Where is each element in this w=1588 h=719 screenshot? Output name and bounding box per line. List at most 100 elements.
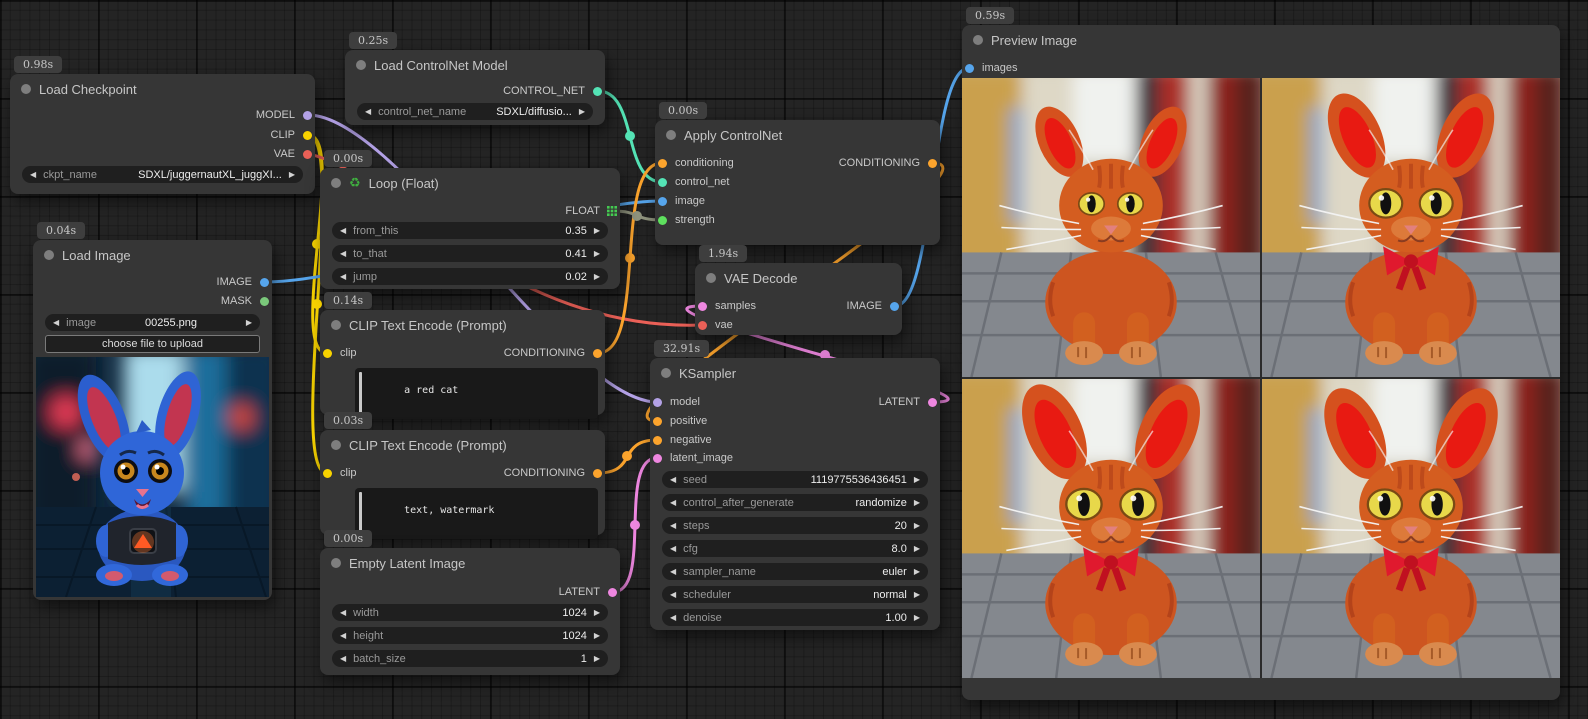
node-clip-encode-negative[interactable]: 0.03s CLIP Text Encode (Prompt) clip CON… bbox=[320, 430, 605, 535]
input-port-vae[interactable] bbox=[698, 321, 707, 330]
timer-badge: 0.25s bbox=[349, 32, 397, 49]
widget-jump[interactable]: ◀ jump 0.02 ▶ bbox=[332, 268, 608, 285]
float-grid-icon[interactable] bbox=[607, 206, 617, 216]
combo-right-arrow-icon[interactable]: ▶ bbox=[594, 632, 600, 640]
node-empty-latent[interactable]: 0.00s Empty Latent Image LATENT ◀ width … bbox=[320, 548, 620, 675]
combo-right-arrow-icon[interactable]: ▶ bbox=[914, 591, 920, 599]
combo-left-arrow-icon[interactable]: ◀ bbox=[340, 250, 346, 258]
upload-button[interactable]: choose file to upload bbox=[45, 335, 260, 353]
node-title: Load Image bbox=[62, 248, 131, 263]
widget-image-file[interactable]: ◀ image 00255.png ▶ bbox=[45, 314, 260, 331]
output-port-control-net[interactable] bbox=[593, 87, 602, 96]
widget-scheduler[interactable]: ◀ scheduler normal ▶ bbox=[662, 586, 928, 603]
combo-right-arrow-icon[interactable]: ▶ bbox=[914, 568, 920, 576]
combo-right-arrow-icon[interactable]: ▶ bbox=[914, 545, 920, 553]
combo-right-arrow-icon[interactable]: ▶ bbox=[914, 476, 920, 484]
output-port-conditioning[interactable] bbox=[593, 349, 602, 358]
output-port-model[interactable] bbox=[303, 111, 312, 120]
combo-left-arrow-icon[interactable]: ◀ bbox=[340, 655, 346, 663]
output-port-image[interactable] bbox=[260, 278, 269, 287]
combo-left-arrow-icon[interactable]: ◀ bbox=[340, 273, 346, 281]
node-graph-canvas[interactable]: 0.98s Load Checkpoint MODEL CLIP VAE ◀ c… bbox=[0, 0, 1588, 719]
combo-right-arrow-icon[interactable]: ▶ bbox=[579, 108, 585, 116]
combo-left-arrow-icon[interactable]: ◀ bbox=[670, 499, 676, 507]
widget-width[interactable]: ◀ width 1024 ▶ bbox=[332, 604, 608, 621]
combo-left-arrow-icon[interactable]: ◀ bbox=[670, 614, 676, 622]
node-apply-controlnet[interactable]: 0.00s Apply ControlNet conditioning cont… bbox=[655, 120, 940, 245]
preview-cell-4[interactable] bbox=[1262, 379, 1560, 678]
widget-label: steps bbox=[683, 520, 709, 532]
combo-right-arrow-icon[interactable]: ▶ bbox=[246, 319, 252, 327]
combo-right-arrow-icon[interactable]: ▶ bbox=[914, 499, 920, 507]
node-clip-encode-positive[interactable]: 0.14s CLIP Text Encode (Prompt) clip CON… bbox=[320, 310, 605, 415]
combo-left-arrow-icon[interactable]: ◀ bbox=[365, 108, 371, 116]
input-label-strength: strength bbox=[675, 214, 715, 226]
node-preview-image[interactable]: 0.59s Preview Image images bbox=[962, 25, 1560, 700]
input-port-image[interactable] bbox=[658, 197, 667, 206]
input-port-positive[interactable] bbox=[653, 417, 662, 426]
combo-right-arrow-icon[interactable]: ▶ bbox=[914, 614, 920, 622]
widget-cfg[interactable]: ◀ cfg 8.0 ▶ bbox=[662, 540, 928, 557]
input-port-latent-image[interactable] bbox=[653, 454, 662, 463]
combo-left-arrow-icon[interactable]: ◀ bbox=[670, 545, 676, 553]
node-status-dot bbox=[356, 60, 366, 70]
node-loop-float[interactable]: 0.00s ♻ Loop (Float) FLOAT ◀ from_this 0… bbox=[320, 168, 620, 289]
combo-left-arrow-icon[interactable]: ◀ bbox=[340, 609, 346, 617]
combo-left-arrow-icon[interactable]: ◀ bbox=[53, 319, 59, 327]
node-load-image[interactable]: 0.04s Load Image IMAGE MASK ◀ image 0025… bbox=[33, 240, 272, 600]
combo-left-arrow-icon[interactable]: ◀ bbox=[30, 171, 36, 179]
link-dot bbox=[312, 299, 322, 309]
widget-control-after-generate[interactable]: ◀ control_after_generate randomize ▶ bbox=[662, 494, 928, 511]
preview-cell-2[interactable] bbox=[1262, 78, 1560, 377]
combo-left-arrow-icon[interactable]: ◀ bbox=[670, 568, 676, 576]
input-port-images[interactable] bbox=[965, 64, 974, 73]
combo-right-arrow-icon[interactable]: ▶ bbox=[594, 609, 600, 617]
link-dot bbox=[622, 451, 632, 461]
output-port-vae[interactable] bbox=[303, 150, 312, 159]
widget-height[interactable]: ◀ height 1024 ▶ bbox=[332, 627, 608, 644]
output-port-mask[interactable] bbox=[260, 297, 269, 306]
input-port-strength[interactable] bbox=[658, 216, 667, 225]
widget-steps[interactable]: ◀ steps 20 ▶ bbox=[662, 517, 928, 534]
combo-right-arrow-icon[interactable]: ▶ bbox=[289, 171, 295, 179]
output-port-latent[interactable] bbox=[928, 398, 937, 407]
preview-cell-3[interactable] bbox=[962, 379, 1260, 678]
output-port-clip[interactable] bbox=[303, 131, 312, 140]
node-ksampler[interactable]: 32.91s KSampler model positive negative … bbox=[650, 358, 940, 630]
widget-batch-size[interactable]: ◀ batch_size 1 ▶ bbox=[332, 650, 608, 667]
widget-seed[interactable]: ◀ seed 1119775536436451 ▶ bbox=[662, 471, 928, 488]
preview-cell-1[interactable] bbox=[962, 78, 1260, 377]
combo-right-arrow-icon[interactable]: ▶ bbox=[594, 227, 600, 235]
combo-right-arrow-icon[interactable]: ▶ bbox=[914, 522, 920, 530]
combo-right-arrow-icon[interactable]: ▶ bbox=[594, 273, 600, 281]
node-title: Load ControlNet Model bbox=[374, 58, 508, 73]
output-port-image[interactable] bbox=[890, 302, 899, 311]
prompt-textarea[interactable]: text, watermark bbox=[355, 488, 598, 539]
node-status-dot bbox=[21, 84, 31, 94]
input-port-control-net[interactable] bbox=[658, 178, 667, 187]
combo-left-arrow-icon[interactable]: ◀ bbox=[670, 522, 676, 530]
node-load-checkpoint[interactable]: 0.98s Load Checkpoint MODEL CLIP VAE ◀ c… bbox=[10, 74, 315, 194]
combo-left-arrow-icon[interactable]: ◀ bbox=[670, 591, 676, 599]
output-port-conditioning[interactable] bbox=[593, 469, 602, 478]
widget-sampler-name[interactable]: ◀ sampler_name euler ▶ bbox=[662, 563, 928, 580]
combo-right-arrow-icon[interactable]: ▶ bbox=[594, 655, 600, 663]
widget-control-net-name[interactable]: ◀ control_net_name SDXL/diffusio... ▶ bbox=[357, 103, 593, 120]
widget-value: 00255.png bbox=[145, 317, 197, 329]
node-vae-decode[interactable]: 1.94s VAE Decode samples vae IMAGE bbox=[695, 263, 902, 335]
input-port-negative[interactable] bbox=[653, 436, 662, 445]
combo-left-arrow-icon[interactable]: ◀ bbox=[670, 476, 676, 484]
output-label-mask: MASK bbox=[221, 295, 252, 307]
widget-denoise[interactable]: ◀ denoise 1.00 ▶ bbox=[662, 609, 928, 626]
widget-from-this[interactable]: ◀ from_this 0.35 ▶ bbox=[332, 222, 608, 239]
combo-right-arrow-icon[interactable]: ▶ bbox=[594, 250, 600, 258]
widget-value: normal bbox=[873, 589, 907, 601]
prompt-textarea[interactable]: a red cat bbox=[355, 368, 598, 419]
output-port-conditioning[interactable] bbox=[928, 159, 937, 168]
output-port-latent[interactable] bbox=[608, 588, 617, 597]
combo-left-arrow-icon[interactable]: ◀ bbox=[340, 632, 346, 640]
node-load-controlnet[interactable]: 0.25s Load ControlNet Model CONTROL_NET … bbox=[345, 50, 605, 125]
widget-to-that[interactable]: ◀ to_that 0.41 ▶ bbox=[332, 245, 608, 262]
combo-left-arrow-icon[interactable]: ◀ bbox=[340, 227, 346, 235]
widget-ckpt-name[interactable]: ◀ ckpt_name SDXL/juggernautXL_juggXI... … bbox=[22, 166, 303, 183]
